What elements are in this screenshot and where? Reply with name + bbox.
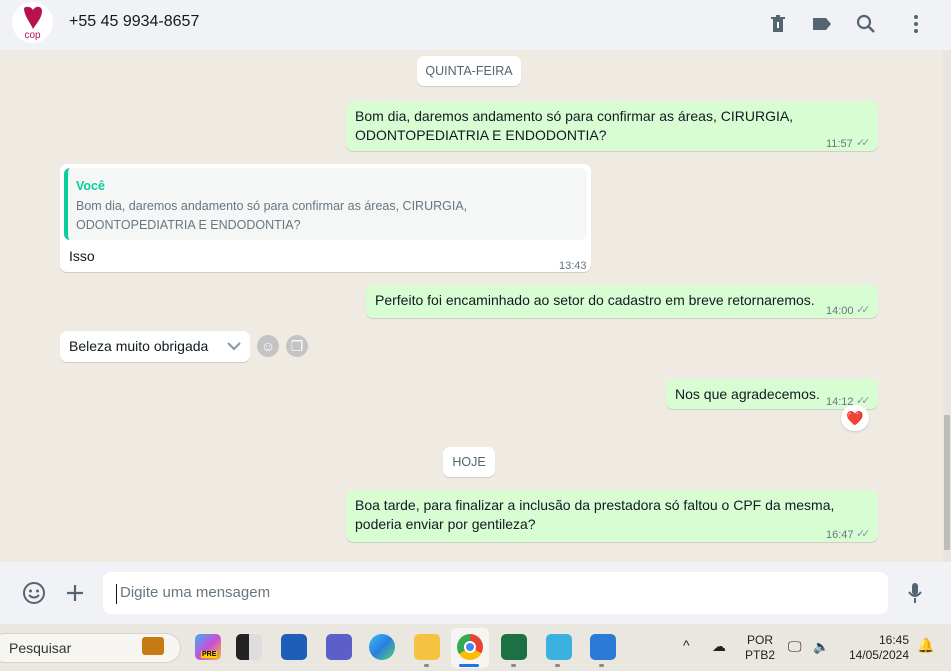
cloud-offline-icon[interactable]: ☁	[712, 639, 726, 654]
message-text: Nos que agradecemos.	[675, 386, 820, 402]
notepad-icon[interactable]	[546, 634, 572, 660]
message-time: 14:00	[826, 305, 854, 317]
store-icon[interactable]	[281, 634, 307, 660]
outgoing-message[interactable]: Boa tarde, para finalizar a inclusão da …	[346, 490, 878, 542]
text-caret	[116, 584, 117, 604]
chevron-down-icon[interactable]	[226, 340, 242, 352]
copilot-icon[interactable]: PRE	[195, 634, 221, 660]
react-emoji-button[interactable]: ☺	[257, 335, 279, 357]
message-text: Boa tarde, para finalizar a inclusão da …	[355, 497, 835, 532]
language-indicator[interactable]: POR PTB2	[745, 633, 775, 663]
running-indicator	[555, 664, 560, 667]
excel-icon[interactable]	[501, 634, 527, 660]
clock[interactable]: 16:45 14/05/2024	[845, 633, 909, 663]
message-text: Isso	[69, 248, 95, 264]
running-indicator	[599, 664, 604, 667]
delete-icon[interactable]	[766, 12, 790, 36]
label-icon[interactable]	[810, 12, 834, 36]
emoji-icon[interactable]	[22, 581, 46, 605]
attach-plus-icon[interactable]	[65, 583, 85, 603]
date-divider: QUINTA-FEIRA	[417, 56, 521, 86]
message-time: 11:57	[826, 138, 853, 150]
date-divider: HOJE	[443, 447, 495, 477]
teams-icon[interactable]	[326, 634, 352, 660]
search-icon[interactable]	[854, 12, 878, 36]
briefcase-icon[interactable]	[142, 637, 164, 655]
outgoing-message[interactable]: Bom dia, daremos andamento só para confi…	[346, 101, 878, 151]
chrome-icon[interactable]	[457, 634, 483, 660]
microphone-icon[interactable]	[905, 581, 925, 605]
incoming-message[interactable]: Você Bom dia, daremos andamento só para …	[60, 164, 591, 272]
menu-icon[interactable]	[904, 12, 928, 36]
svg-text:cop: cop	[24, 30, 41, 41]
photos-icon[interactable]	[590, 634, 616, 660]
forward-copy-button[interactable]: ❐	[286, 335, 308, 357]
notification-bell-icon[interactable]: 🔔	[917, 638, 934, 653]
outgoing-message[interactable]: Nos que agradecemos. 14:12 ✓✓	[666, 379, 878, 409]
edge-icon[interactable]	[369, 634, 395, 660]
running-indicator	[511, 664, 516, 667]
contact-name[interactable]: +55 45 9934-8657	[69, 13, 199, 31]
active-indicator	[459, 664, 479, 667]
chat-header: cop +55 45 9934-8657	[0, 0, 951, 50]
running-indicator	[424, 664, 429, 667]
incoming-message[interactable]: Beleza muito obrigada	[60, 331, 250, 362]
speaker-icon[interactable]: 🔈	[813, 639, 829, 654]
contact-avatar[interactable]: cop	[12, 2, 53, 43]
scrollbar-thumb[interactable]	[944, 415, 950, 550]
read-ticks-icon: ✓✓	[856, 304, 871, 316]
message-input[interactable]: Digite uma mensagem	[103, 572, 888, 614]
read-ticks-icon: ✓✓	[856, 137, 871, 149]
quote-author: Você	[76, 179, 105, 193]
message-text: Beleza muito obrigada	[69, 338, 209, 354]
show-hidden-icons-chevron-icon[interactable]: ^	[683, 638, 690, 653]
message-time: 13:43	[559, 260, 587, 272]
heart-reaction[interactable]: ❤️	[841, 405, 869, 431]
quoted-message[interactable]: Você Bom dia, daremos andamento só para …	[64, 168, 587, 240]
network-icon[interactable]: 🖵	[788, 639, 802, 654]
message-text: Perfeito foi encaminhado ao setor do cad…	[375, 292, 815, 308]
windows-taskbar: Pesquisar PRE ^ ☁ POR PTB2 🖵 🔈 16:45 14/05…	[0, 624, 951, 671]
task-view-icon[interactable]	[236, 634, 262, 660]
message-time: 16:47	[826, 529, 854, 541]
quote-text: Bom dia, daremos andamento só para confi…	[76, 199, 468, 232]
file-explorer-icon[interactable]	[414, 634, 440, 660]
read-ticks-icon: ✓✓	[856, 528, 871, 540]
message-text: Bom dia, daremos andamento só para confi…	[355, 108, 794, 143]
composer-bar: Digite uma mensagem	[0, 562, 951, 624]
outgoing-message[interactable]: Perfeito foi encaminhado ao setor do cad…	[366, 285, 878, 318]
